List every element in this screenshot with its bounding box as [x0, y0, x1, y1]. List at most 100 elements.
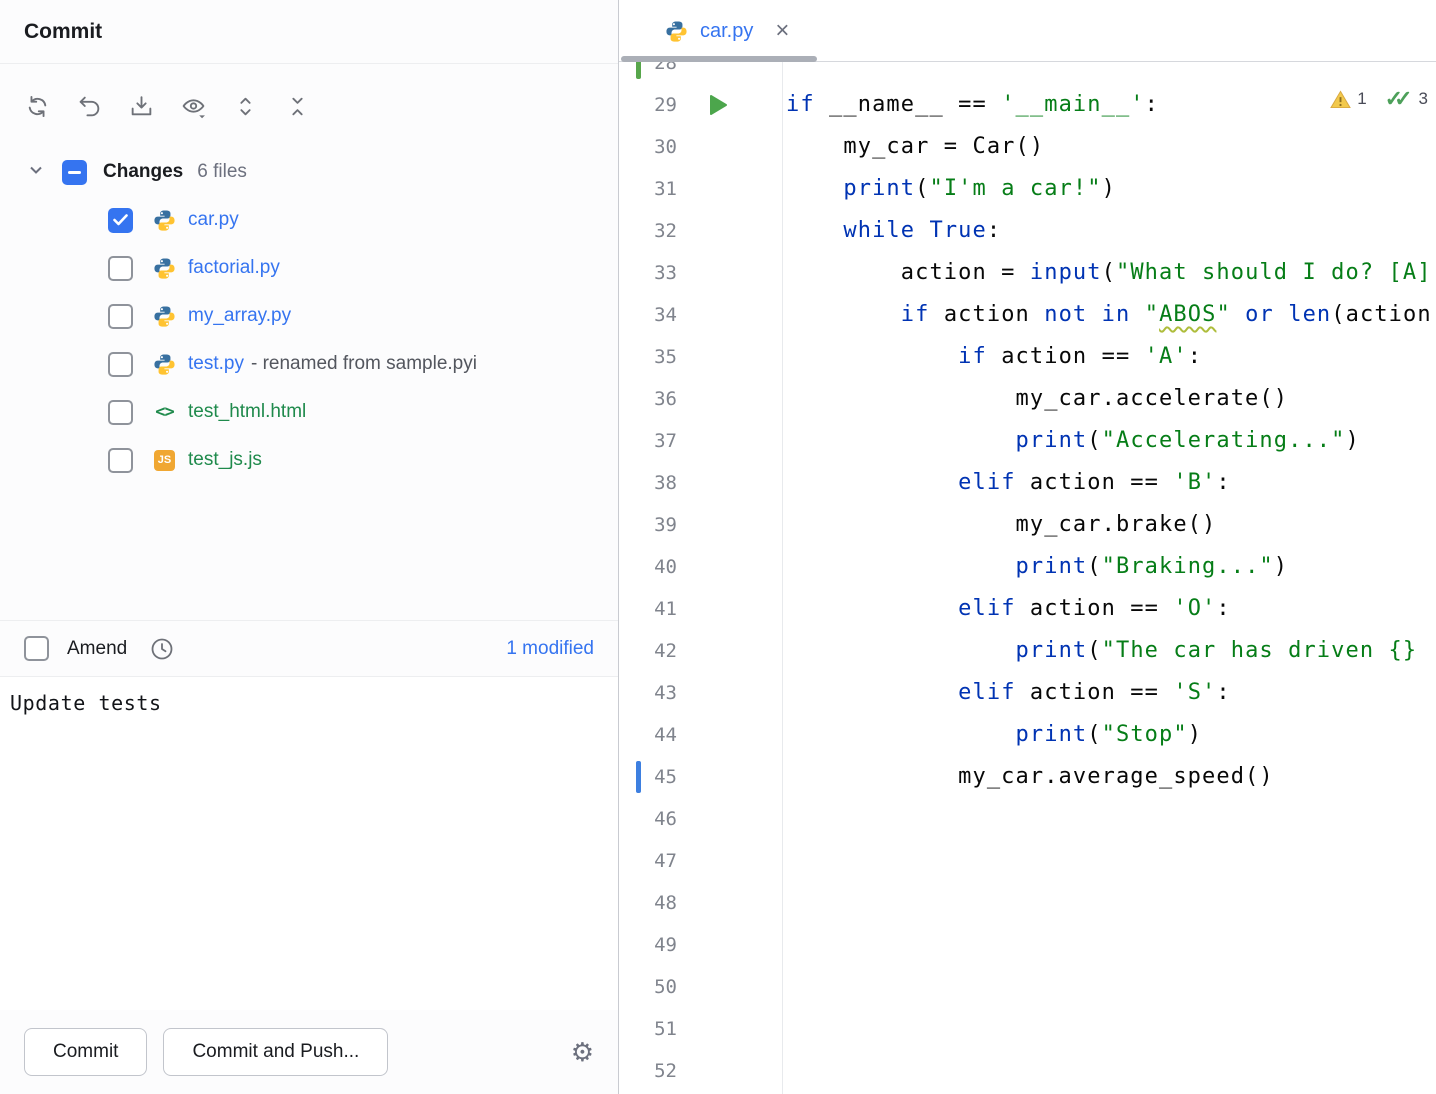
code-text[interactable]: print("The car has driven {}: [786, 630, 1417, 672]
file-name[interactable]: car.py: [188, 209, 239, 231]
file-row-test_js.js[interactable]: JStest_js.js: [0, 436, 618, 484]
code-area[interactable]: 2829if __name__ == '__main__':30 my_car …: [619, 62, 1436, 1094]
commit-history-clock-icon[interactable]: [149, 636, 175, 662]
changes-group-row[interactable]: Changes 6 files: [0, 148, 618, 196]
code-text[interactable]: if action == 'A':: [786, 336, 1202, 378]
changes-tree: Changes 6 files car.py factorial.py my_arr…: [0, 148, 618, 484]
code-text[interactable]: print("I'm a car!"): [786, 168, 1116, 210]
editor-tab-bar: car.py ×: [619, 0, 1436, 62]
file-name[interactable]: my_array.py: [188, 305, 291, 327]
code-text[interactable]: if __name__ == '__main__':: [786, 84, 1159, 126]
expand-all-icon[interactable]: [230, 91, 260, 121]
line-number: 45: [619, 756, 677, 798]
file-name[interactable]: test_html.html: [188, 401, 306, 423]
commit-actions-bar: Commit Commit and Push... ⚙: [0, 1010, 618, 1094]
changes-file-list: car.py factorial.py my_array.py test.py- re…: [0, 196, 618, 484]
code-line-42: 42 print("The car has driven {}: [619, 630, 1436, 672]
file-checkbox[interactable]: [108, 352, 133, 377]
file-name[interactable]: factorial.py: [188, 257, 280, 279]
shelve-icon[interactable]: [126, 91, 156, 121]
tab-car-py[interactable]: car.py ×: [619, 0, 805, 62]
code-line-40: 40 print("Braking..."): [619, 546, 1436, 588]
code-text[interactable]: elif action == 'O':: [786, 588, 1231, 630]
file-checkbox[interactable]: [108, 448, 133, 473]
settings-gear-icon[interactable]: ⚙: [571, 1039, 594, 1065]
code-line-30: 30 my_car = Car(): [619, 126, 1436, 168]
file-row-test.py[interactable]: test.py- renamed from sample.pyi: [0, 340, 618, 388]
line-number: 30: [619, 126, 677, 168]
panel-title: Commit: [0, 0, 618, 64]
line-number: 43: [619, 672, 677, 714]
code-text[interactable]: print("Braking..."): [786, 546, 1288, 588]
warning-icon: [1330, 90, 1351, 109]
line-number: 32: [619, 210, 677, 252]
changes-checkbox[interactable]: [62, 160, 87, 185]
code-text[interactable]: my_car.average_speed(): [786, 756, 1274, 798]
python-icon: [153, 209, 176, 232]
code-text[interactable]: action = input("What should I do? [A]: [786, 252, 1432, 294]
editor-area: car.py × 2829if __name__ == '__main__':3…: [619, 0, 1436, 1094]
file-row-factorial.py[interactable]: factorial.py: [0, 244, 618, 292]
collapse-all-icon[interactable]: [282, 91, 312, 121]
python-icon: [153, 257, 176, 280]
file-row-my_array.py[interactable]: my_array.py: [0, 292, 618, 340]
python-icon: [153, 353, 176, 376]
code-text[interactable]: while True:: [786, 210, 1001, 252]
inspections-widget[interactable]: 1 ✓✓ 3: [1330, 86, 1428, 112]
show-diff-eye-icon[interactable]: [178, 91, 208, 121]
file-checkbox[interactable]: [108, 256, 133, 281]
line-number: 50: [619, 966, 677, 1008]
code-text[interactable]: my_car = Car(): [786, 126, 1044, 168]
line-number: 38: [619, 462, 677, 504]
file-row-test_html.html[interactable]: <>test_html.html: [0, 388, 618, 436]
line-number: 44: [619, 714, 677, 756]
close-icon[interactable]: ×: [775, 19, 789, 43]
code-text[interactable]: print("Stop"): [786, 714, 1202, 756]
line-number: 36: [619, 378, 677, 420]
line-number: 33: [619, 252, 677, 294]
chevron-down-icon[interactable]: [26, 160, 46, 185]
code-line-51: 51: [619, 1008, 1436, 1050]
changes-label: Changes: [103, 161, 183, 183]
refresh-icon[interactable]: [22, 91, 52, 121]
file-checkbox[interactable]: [108, 304, 133, 329]
file-name[interactable]: test_js.js: [188, 449, 262, 471]
commit-and-push-button[interactable]: Commit and Push...: [163, 1028, 388, 1076]
tab-label: car.py: [700, 20, 753, 43]
commit-toolbar: [0, 64, 618, 148]
code-line-41: 41 elif action == 'O':: [619, 588, 1436, 630]
code-text[interactable]: elif action == 'S':: [786, 672, 1231, 714]
line-number: 37: [619, 420, 677, 462]
rollback-icon[interactable]: [74, 91, 104, 121]
code-text[interactable]: print("Accelerating..."): [786, 420, 1360, 462]
code-line-50: 50: [619, 966, 1436, 1008]
file-checkbox[interactable]: [108, 400, 133, 425]
line-number: 31: [619, 168, 677, 210]
run-button[interactable]: [708, 94, 728, 121]
code-text[interactable]: my_car.brake(): [786, 504, 1216, 546]
code-line-33: 33 action = input("What should I do? [A]: [619, 252, 1436, 294]
commit-message-input[interactable]: Update tests: [0, 676, 618, 1010]
application-window: Commit: [0, 0, 1436, 1094]
code-line-38: 38 elif action == 'B':: [619, 462, 1436, 504]
warning-count: 1: [1357, 89, 1366, 109]
file-checkbox[interactable]: [108, 208, 133, 233]
code-text[interactable]: elif action == 'B':: [786, 462, 1231, 504]
line-number: 52: [619, 1050, 677, 1092]
modified-files-link[interactable]: 1 modified: [506, 638, 594, 660]
code-line-34: 34 if action not in "ABOS" or len(action: [619, 294, 1436, 336]
code-line-47: 47: [619, 840, 1436, 882]
amend-checkbox[interactable]: [24, 636, 49, 661]
code-text[interactable]: my_car.accelerate(): [786, 378, 1288, 420]
code-line-29: 29if __name__ == '__main__':: [619, 84, 1436, 126]
editor-body[interactable]: 2829if __name__ == '__main__':30 my_car …: [619, 62, 1436, 1094]
code-text[interactable]: if action not in "ABOS" or len(action: [786, 294, 1432, 336]
file-name[interactable]: test.py: [188, 353, 244, 375]
amend-row: Amend 1 modified: [0, 620, 618, 676]
code-line-37: 37 print("Accelerating..."): [619, 420, 1436, 462]
commit-button[interactable]: Commit: [24, 1028, 147, 1076]
python-icon: [153, 305, 176, 328]
commit-tool-window: Commit: [0, 0, 619, 1094]
file-row-car.py[interactable]: car.py: [0, 196, 618, 244]
code-line-44: 44 print("Stop"): [619, 714, 1436, 756]
